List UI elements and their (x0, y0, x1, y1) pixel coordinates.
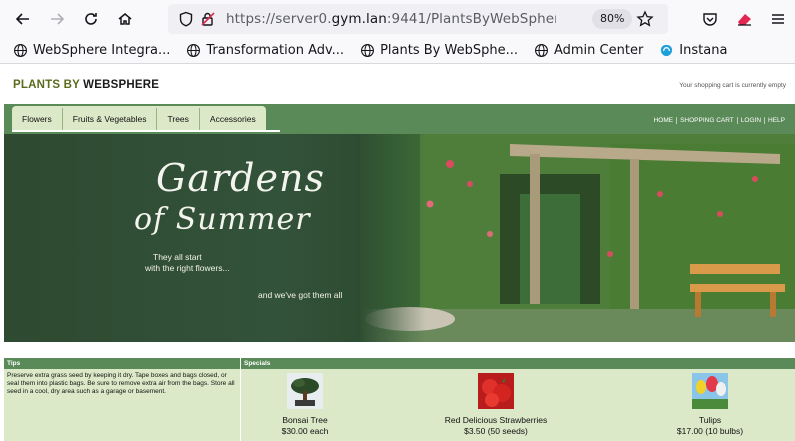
special-price: $30.00 each (281, 426, 329, 436)
globe-icon (361, 44, 375, 57)
web-page: PLANTS BY WEBSPHERE Your shopping cart i… (0, 65, 795, 441)
eraser-extension-icon (738, 14, 751, 26)
logo-text-brand: WEBSPHERE (83, 79, 160, 91)
tab-fruits-vegetables[interactable]: Fruits & Vegetables (63, 108, 158, 130)
tabs-underline (12, 130, 280, 132)
special-item-tulips[interactable]: Tulips $17.00 (10 bulbs) (630, 373, 790, 437)
pocket-icon (703, 13, 717, 26)
bookmark-label: Admin Center (553, 43, 644, 58)
menu-button[interactable] (761, 4, 795, 34)
bookmark-item[interactable]: WebSphere Integra... (13, 43, 170, 58)
category-tabs: Flowers Fruits & Vegetables Trees Access… (12, 106, 266, 130)
extension-button[interactable] (727, 4, 761, 34)
globe-icon (534, 44, 548, 57)
special-price: $17.00 (10 bulbs) (676, 426, 744, 436)
strawberries-image (478, 373, 514, 409)
bookmark-label: WebSphere Integra... (33, 43, 171, 58)
site-logo[interactable]: PLANTS BY WEBSPHERE (13, 79, 159, 91)
bookmark-item[interactable]: Transformation Adv... (186, 43, 344, 58)
bookmark-item[interactable]: Plants By WebSphe... (360, 43, 518, 58)
browser-toolbar: https://server0.gym.lan:9441/PlantsByWeb… (0, 0, 795, 38)
home-link[interactable]: HOME (651, 117, 678, 124)
special-item-strawberries[interactable]: Red Delicious Strawberries $3.50 (50 see… (416, 373, 576, 437)
reload-icon (85, 13, 97, 25)
reload-button[interactable] (76, 4, 106, 34)
address-bar[interactable]: https://server0.gym.lan:9441/PlantsByWeb… (168, 4, 668, 34)
special-name: Tulips (698, 415, 722, 425)
bonsai-image (287, 373, 323, 409)
back-button[interactable] (8, 4, 38, 34)
forward-button[interactable] (42, 4, 72, 34)
specials-heading: Specials (241, 358, 795, 369)
tab-accessories[interactable]: Accessories (200, 108, 266, 130)
utility-links: HOME SHOPPING CART LOGIN HELP (651, 117, 788, 124)
url-text[interactable]: https://server0.gym.lan:9441/PlantsByWeb… (226, 11, 556, 27)
bookmark-star-icon[interactable] (636, 10, 654, 28)
bookmarks-toolbar: WebSphere Integra... Transformation Adv.… (0, 38, 795, 64)
forward-arrow-icon (51, 13, 65, 25)
zoom-level-badge[interactable]: 80% (592, 9, 633, 29)
tab-trees[interactable]: Trees (157, 108, 200, 130)
home-icon (118, 13, 132, 25)
tab-flowers[interactable]: Flowers (12, 108, 63, 130)
instana-icon (661, 44, 673, 57)
globe-icon (14, 44, 27, 57)
tulips-image (692, 373, 728, 409)
tips-panel: Tips Preserve extra grass seed by keepin… (4, 358, 240, 441)
cart-status: Your shopping cart is currently empty (679, 82, 786, 89)
toolbar-right-icons (693, 4, 795, 34)
pocket-button[interactable] (693, 4, 727, 34)
special-name: Bonsai Tree (282, 415, 328, 425)
home-button[interactable] (110, 4, 140, 34)
special-price: $3.50 (50 seeds) (464, 426, 528, 436)
tips-heading: Tips (4, 358, 240, 369)
tracking-shield-icon[interactable] (178, 11, 194, 27)
hero-tagline-3: and we've got them all (258, 290, 343, 300)
hero-title-line2: of Summer (134, 202, 311, 237)
globe-icon (187, 44, 201, 57)
back-arrow-icon (15, 13, 29, 25)
main-navigation: Flowers Fruits & Vegetables Trees Access… (4, 104, 795, 134)
bookmark-label: Transformation Adv... (206, 43, 345, 58)
garden-photo (360, 134, 795, 342)
logo-text-prefix: PLANTS BY (13, 79, 84, 91)
specials-panel: Specials Bonsai Tree $30.00 each Red Del… (241, 358, 795, 441)
hero-tagline-2: with the right flowers... (145, 263, 230, 273)
tips-text: Preserve extra grass seed by keeping it … (7, 372, 235, 395)
special-item-bonsai[interactable]: Bonsai Tree $30.00 each (225, 373, 385, 437)
hero-title-line1: Gardens (156, 156, 325, 200)
login-link[interactable]: LOGIN (738, 117, 766, 124)
bookmark-label: Instana (679, 43, 728, 58)
help-link[interactable]: HELP (765, 117, 788, 124)
hero-banner: Gardens of Summer They all start with th… (4, 134, 795, 342)
special-name: Red Delicious Strawberries (444, 415, 548, 425)
shopping-cart-link[interactable]: SHOPPING CART (677, 117, 738, 124)
hamburger-menu-icon (772, 14, 784, 24)
bookmark-label: Plants By WebSphe... (380, 43, 518, 58)
hero-tagline-1: They all start (153, 252, 202, 262)
insecure-lock-icon[interactable] (200, 11, 216, 27)
bookmark-item[interactable]: Admin Center (534, 43, 643, 58)
bookmark-item[interactable]: Instana (659, 43, 727, 58)
